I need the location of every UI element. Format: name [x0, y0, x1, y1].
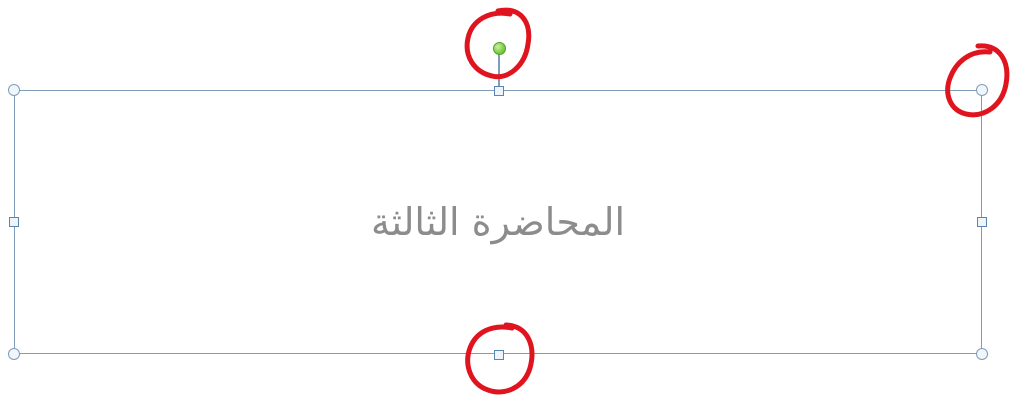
- placeholder-text[interactable]: المحاضرة الثالثة: [14, 90, 982, 354]
- bottom-middle-resize-handle[interactable]: [494, 350, 504, 360]
- rotation-stem: [498, 54, 500, 86]
- bottom-left-resize-handle[interactable]: [8, 348, 20, 360]
- top-right-resize-handle[interactable]: [976, 84, 988, 96]
- left-middle-resize-handle[interactable]: [9, 217, 19, 227]
- top-left-resize-handle[interactable]: [8, 84, 20, 96]
- right-middle-resize-handle[interactable]: [977, 217, 987, 227]
- bottom-right-resize-handle[interactable]: [976, 348, 988, 360]
- slide-canvas: المحاضرة الثالثة: [0, 0, 1011, 401]
- rotation-handle[interactable]: [493, 42, 506, 55]
- top-middle-resize-handle[interactable]: [494, 86, 504, 96]
